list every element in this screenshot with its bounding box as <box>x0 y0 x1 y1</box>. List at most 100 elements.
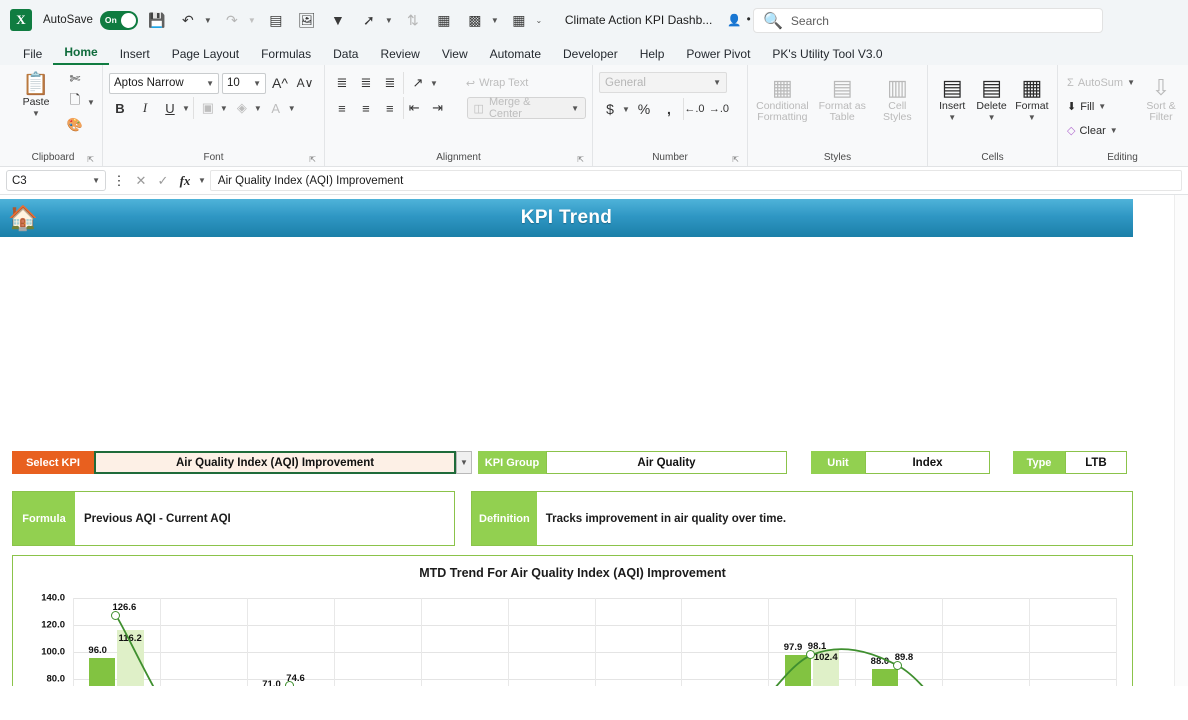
increase-indent-icon[interactable]: ⇥ <box>427 97 449 119</box>
align-left-icon[interactable]: ≡ <box>331 97 353 119</box>
name-box-chevron-down-icon[interactable]: ▼ <box>92 176 100 185</box>
formula-chevron-down-icon[interactable]: ▼ <box>198 176 206 185</box>
share-icon[interactable]: ➚ <box>357 8 381 32</box>
align-right-icon[interactable]: ≡ <box>379 97 401 119</box>
redo-chevron-down-icon[interactable]: ▼ <box>247 16 257 25</box>
tab-help[interactable]: Help <box>629 45 676 65</box>
insert-cells-button[interactable]: ▤ Insert ▼ <box>934 72 970 123</box>
fill-color-icon[interactable]: ◈ <box>231 97 253 119</box>
borders-chevron-down-icon[interactable]: ▼ <box>220 104 228 113</box>
paste-chevron-down-icon[interactable]: ▼ <box>32 109 40 118</box>
name-box[interactable]: C3 ▼ <box>6 170 106 191</box>
tab-pk-utility[interactable]: PK's Utility Tool V3.0 <box>761 45 893 65</box>
number-dialog-launcher-icon[interactable]: ⇱ <box>732 155 739 164</box>
percent-style-icon[interactable]: % <box>633 98 655 120</box>
paste-button[interactable]: 📋 Paste ▼ <box>10 68 62 119</box>
format-cells-button[interactable]: ▦ Format ▼ <box>1013 72 1051 123</box>
cut-icon[interactable]: ✄ <box>64 68 86 90</box>
merge-center-button[interactable]: ◫ Merge & Center ▼ <box>466 96 587 120</box>
tab-page-layout[interactable]: Page Layout <box>161 45 250 65</box>
cell-styles-button[interactable]: ▥ Cell Styles <box>874 72 921 123</box>
clear-chevron-down-icon[interactable]: ▼ <box>1110 126 1118 135</box>
font-size-input[interactable]: 10 ▼ <box>222 72 266 94</box>
share-chevron-down-icon[interactable]: ▼ <box>384 16 394 25</box>
format-chevron-down-icon[interactable]: ▼ <box>1028 113 1036 122</box>
underline-button[interactable]: U <box>159 97 181 119</box>
tab-automate[interactable]: Automate <box>479 45 552 65</box>
fill-color-chevron-down-icon[interactable]: ▼ <box>254 104 262 113</box>
tab-home[interactable]: Home <box>53 43 109 65</box>
decrease-font-size-icon[interactable]: A∨ <box>294 72 316 94</box>
copy-chevron-down-icon[interactable]: ▼ <box>87 98 95 107</box>
sheet-icon[interactable]: ▦ <box>432 8 456 32</box>
increase-decimal-icon[interactable]: ←.0 <box>682 98 705 120</box>
merge-chevron-down-icon[interactable]: ▼ <box>571 104 579 113</box>
fill-chevron-down-icon[interactable]: ▼ <box>1098 102 1106 111</box>
increase-font-size-icon[interactable]: A^ <box>269 72 291 94</box>
calc-chevron-down-icon[interactable]: ▼ <box>490 16 500 25</box>
enter-icon[interactable]: ✓ <box>154 171 172 191</box>
fill-button[interactable]: ⬇ Fill ▼ <box>1064 96 1135 117</box>
number-format-select[interactable]: General ▼ <box>599 72 727 93</box>
formula-input[interactable]: Air Quality Index (AQI) Improvement <box>209 170 1182 191</box>
insert-chevron-down-icon[interactable]: ▼ <box>948 113 956 122</box>
customize-toolbar-icon[interactable]: ⌄ <box>534 16 544 25</box>
sort-icon[interactable]: ⇅ <box>401 8 425 32</box>
comma-style-icon[interactable]: , <box>658 98 680 120</box>
clipboard-dialog-launcher-icon[interactable]: ⇱ <box>87 155 94 164</box>
align-middle-icon[interactable]: ≣ <box>355 72 377 94</box>
tab-view[interactable]: View <box>431 45 479 65</box>
search-input[interactable]: 🔍 Search <box>753 8 1103 33</box>
tab-formulas[interactable]: Formulas <box>250 45 322 65</box>
filter-icon[interactable]: ▼ <box>326 8 350 32</box>
insert-function-icon[interactable]: fx <box>176 171 194 191</box>
tab-developer[interactable]: Developer <box>552 45 629 65</box>
delete-chevron-down-icon[interactable]: ▼ <box>988 113 996 122</box>
conditional-formatting-button[interactable]: ▦ Conditional Formatting <box>754 72 811 123</box>
font-name-chevron-down-icon[interactable]: ▼ <box>206 79 214 88</box>
tab-review[interactable]: Review <box>369 45 430 65</box>
select-kpi-dropdown[interactable]: Air Quality Index (AQI) Improvement <box>94 451 456 474</box>
undo-chevron-down-icon[interactable]: ▼ <box>203 16 213 25</box>
alignment-dialog-launcher-icon[interactable]: ⇱ <box>577 155 584 164</box>
number-format-chevron-down-icon[interactable]: ▼ <box>713 78 721 87</box>
calc-icon[interactable]: ▩ <box>463 8 487 32</box>
redo-icon[interactable]: ↷ <box>220 8 244 32</box>
decrease-indent-icon[interactable]: ⇤ <box>402 97 425 119</box>
borders-icon[interactable]: ▣ <box>197 97 219 119</box>
orientation-chevron-down-icon[interactable]: ▼ <box>430 79 438 88</box>
tab-power-pivot[interactable]: Power Pivot <box>675 45 761 65</box>
font-color-chevron-down-icon[interactable]: ▼ <box>288 104 296 113</box>
home-icon[interactable]: 🏠 <box>6 201 40 235</box>
font-size-chevron-down-icon[interactable]: ▼ <box>253 79 261 88</box>
copy-icon[interactable]: 🗋 <box>64 91 86 113</box>
table-icon[interactable]: ▤ <box>264 8 288 32</box>
font-dialog-launcher-icon[interactable]: ⇱ <box>309 155 316 164</box>
orientation-icon[interactable]: ↗ <box>407 72 429 94</box>
document-title[interactable]: Climate Action KPI Dashb... <box>565 13 712 27</box>
font-name-input[interactable]: Aptos Narrow ▼ <box>109 72 219 94</box>
currency-chevron-down-icon[interactable]: ▼ <box>622 105 630 114</box>
currency-icon[interactable]: $ <box>599 98 621 120</box>
delete-cells-button[interactable]: ▤ Delete ▼ <box>972 72 1010 123</box>
undo-icon[interactable]: ↶ <box>176 8 200 32</box>
vertical-scrollbar[interactable] <box>1174 195 1188 686</box>
picture-icon[interactable]: 🖼 <box>295 8 319 32</box>
autosave-toggle[interactable]: On <box>99 10 138 30</box>
format-painter-icon[interactable]: 🎨 <box>64 114 86 136</box>
save-icon[interactable]: 💾 <box>145 8 169 32</box>
autosum-button[interactable]: Σ AutoSum <box>1064 72 1126 93</box>
align-bottom-icon[interactable]: ≣ <box>379 72 401 94</box>
tab-data[interactable]: Data <box>322 45 369 65</box>
align-center-icon[interactable]: ≡ <box>355 97 377 119</box>
italic-button[interactable]: I <box>134 97 156 119</box>
tab-insert[interactable]: Insert <box>109 45 161 65</box>
bold-button[interactable]: B <box>109 97 131 119</box>
decrease-decimal-icon[interactable]: →.0 <box>708 98 730 120</box>
format-as-table-button[interactable]: ▤ Format as Table <box>815 72 870 123</box>
tab-file[interactable]: File <box>12 45 53 65</box>
select-kpi-chevron-down-icon[interactable]: ▼ <box>456 451 472 474</box>
sort-filter-button[interactable]: ⇩ Sort & Filter <box>1141 72 1181 123</box>
clear-button[interactable]: ◇ Clear ▼ <box>1064 120 1135 141</box>
underline-chevron-down-icon[interactable]: ▼ <box>182 104 190 113</box>
